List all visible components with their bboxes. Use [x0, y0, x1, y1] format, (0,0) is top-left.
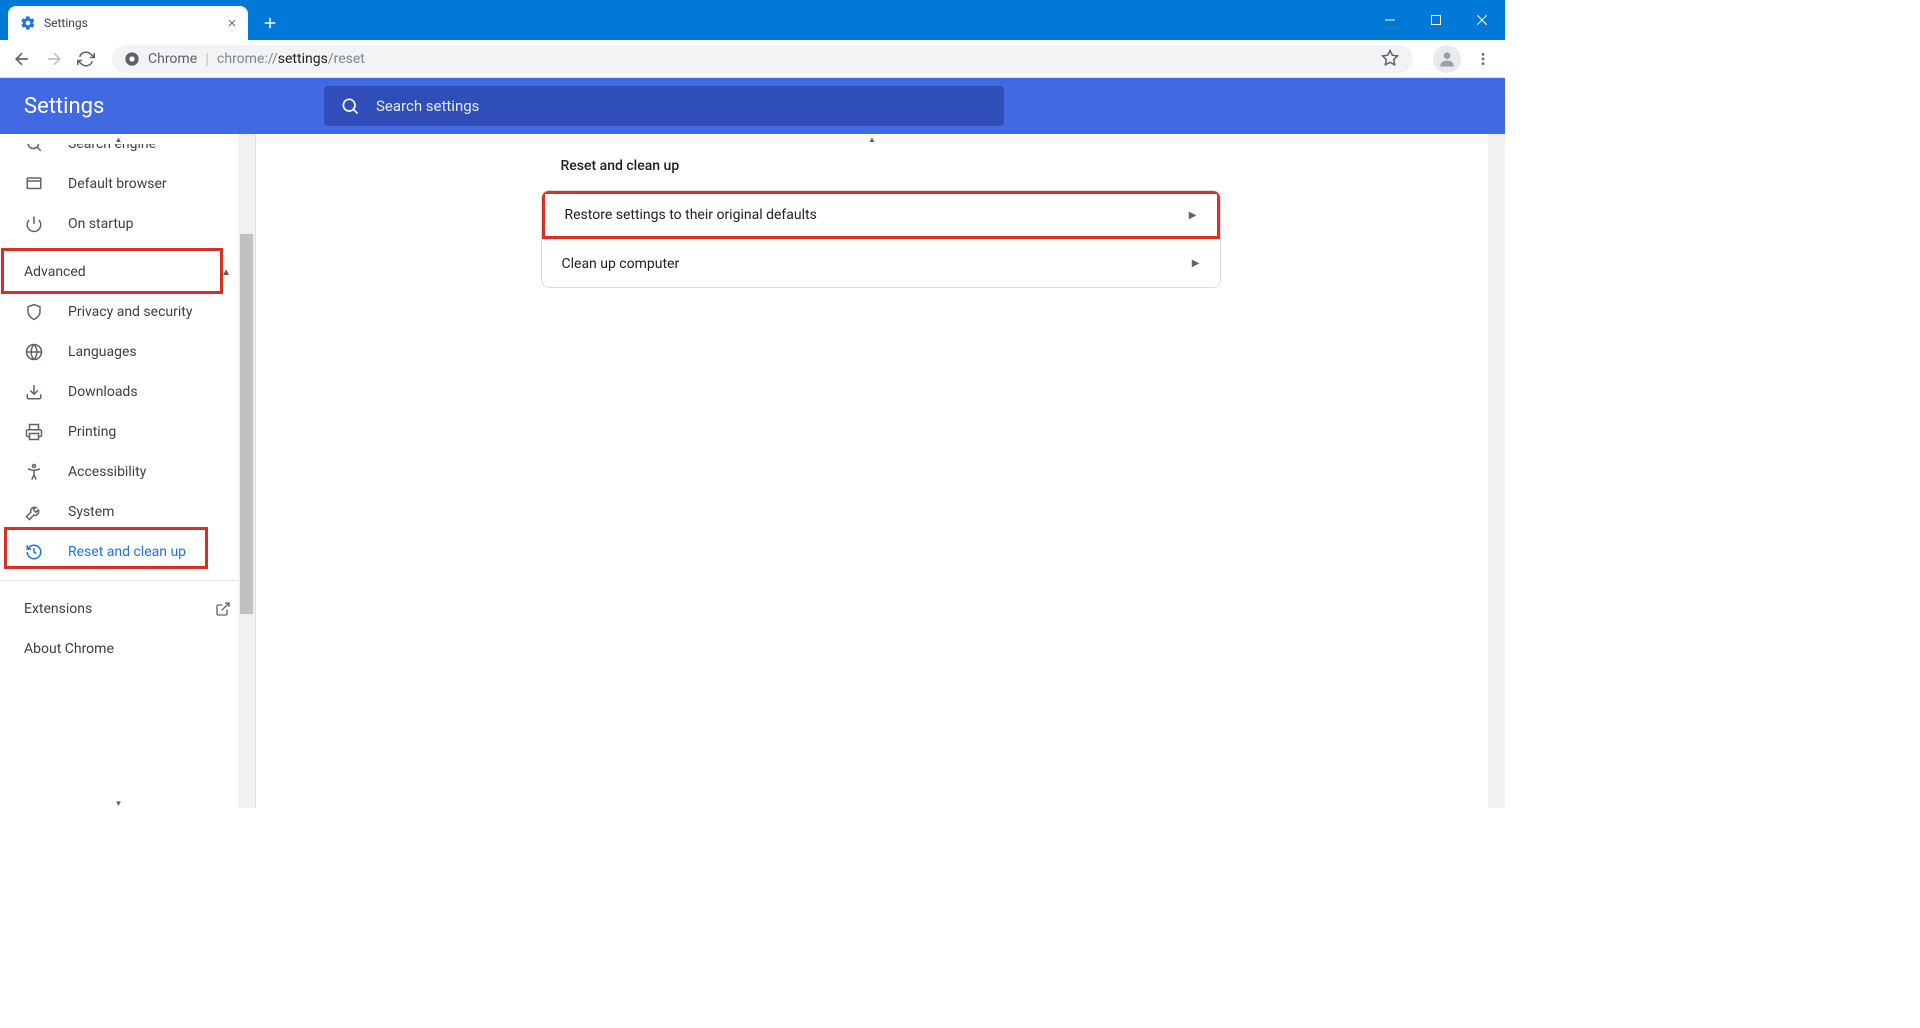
printer-icon	[24, 422, 44, 442]
sidebar-item-label: Default browser	[68, 176, 167, 192]
chrome-icon	[124, 51, 140, 67]
advanced-label: Advanced	[24, 264, 86, 280]
address-bar[interactable]: Chrome | chrome://settings/reset	[112, 45, 1413, 73]
sidebar-item-about[interactable]: About Chrome	[0, 629, 255, 669]
page-title: Settings	[24, 94, 324, 119]
sidebar: ▲ Search engine Default browser On start…	[0, 134, 256, 808]
scrollbar-thumb[interactable]	[240, 234, 253, 614]
sidebar-item-on-startup[interactable]: On startup	[0, 204, 255, 244]
sidebar-item-label: Reset and clean up	[68, 544, 186, 560]
reload-button[interactable]	[72, 45, 100, 73]
sidebar-item-accessibility[interactable]: Accessibility	[0, 452, 255, 492]
sidebar-item-languages[interactable]: Languages	[0, 332, 255, 372]
search-icon	[340, 96, 360, 116]
section-title: Reset and clean up	[541, 158, 1221, 174]
main-content: ▲ Reset and clean up Restore settings to…	[256, 134, 1505, 808]
chevron-up-icon: ▲	[221, 267, 231, 278]
scroll-down-icon[interactable]: ▼	[0, 798, 237, 808]
external-link-icon	[215, 601, 231, 617]
shield-icon	[24, 302, 44, 322]
sidebar-item-label: Accessibility	[68, 464, 146, 480]
search-settings-input[interactable]: Search settings	[324, 86, 1004, 126]
row-label: Clean up computer	[562, 256, 680, 272]
url-origin: Chrome	[148, 51, 197, 67]
sidebar-item-label: About Chrome	[24, 641, 114, 657]
url-divider: |	[205, 49, 209, 68]
sidebar-item-privacy[interactable]: Privacy and security	[0, 292, 255, 332]
sidebar-item-downloads[interactable]: Downloads	[0, 372, 255, 412]
settings-header: Settings Search settings	[0, 78, 1505, 134]
scroll-up-icon[interactable]: ▲	[0, 134, 237, 144]
main-scrollbar[interactable]	[1488, 134, 1505, 808]
close-tab-button[interactable]	[224, 15, 240, 31]
sidebar-item-label: On startup	[68, 216, 134, 232]
maximize-button[interactable]	[1413, 0, 1459, 40]
globe-icon	[24, 342, 44, 362]
sidebar-advanced-toggle[interactable]: Advanced ▲	[0, 252, 255, 292]
sidebar-item-label: Extensions	[24, 601, 92, 617]
row-label: Restore settings to their original defau…	[565, 207, 817, 223]
browser-icon	[24, 174, 44, 194]
settings-card: Restore settings to their original defau…	[541, 190, 1221, 288]
bookmark-button[interactable]	[1381, 49, 1401, 69]
back-button[interactable]	[8, 45, 36, 73]
sidebar-item-printing[interactable]: Printing	[0, 412, 255, 452]
window-controls	[1367, 0, 1505, 40]
new-tab-button[interactable]	[256, 9, 284, 37]
download-icon	[24, 382, 44, 402]
accessibility-icon	[24, 462, 44, 482]
tab-title: Settings	[44, 16, 224, 30]
profile-button[interactable]	[1433, 45, 1461, 73]
browser-tab[interactable]: Settings	[8, 6, 248, 40]
gear-icon	[20, 15, 36, 31]
power-icon	[24, 214, 44, 234]
sidebar-scrollbar[interactable]	[238, 134, 255, 808]
wrench-icon	[24, 502, 44, 522]
sidebar-item-system[interactable]: System	[0, 492, 255, 532]
browser-toolbar: Chrome | chrome://settings/reset	[0, 40, 1505, 78]
sidebar-item-default-browser[interactable]: Default browser	[0, 164, 255, 204]
restore-icon	[24, 542, 44, 562]
chevron-right-icon: ▶	[1192, 258, 1200, 269]
close-window-button[interactable]	[1459, 0, 1505, 40]
window-titlebar: Settings	[0, 0, 1505, 40]
minimize-button[interactable]	[1367, 0, 1413, 40]
sidebar-item-label: Languages	[68, 344, 137, 360]
chevron-right-icon: ▶	[1189, 210, 1197, 221]
divider	[0, 580, 255, 581]
url-text: chrome://settings/reset	[217, 51, 365, 67]
sidebar-item-label: System	[68, 504, 114, 520]
sidebar-item-extensions[interactable]: Extensions	[0, 589, 255, 629]
sidebar-item-reset[interactable]: Reset and clean up	[0, 532, 255, 572]
forward-button[interactable]	[40, 45, 68, 73]
sidebar-item-label: Printing	[68, 424, 116, 440]
row-clean-up[interactable]: Clean up computer ▶	[542, 239, 1220, 287]
row-restore-defaults[interactable]: Restore settings to their original defau…	[542, 191, 1220, 239]
search-placeholder: Search settings	[376, 97, 479, 115]
scroll-up-icon[interactable]: ▲	[256, 134, 1488, 144]
sidebar-item-label: Downloads	[68, 384, 138, 400]
sidebar-item-label: Privacy and security	[68, 304, 192, 320]
kebab-menu-button[interactable]	[1469, 45, 1497, 73]
